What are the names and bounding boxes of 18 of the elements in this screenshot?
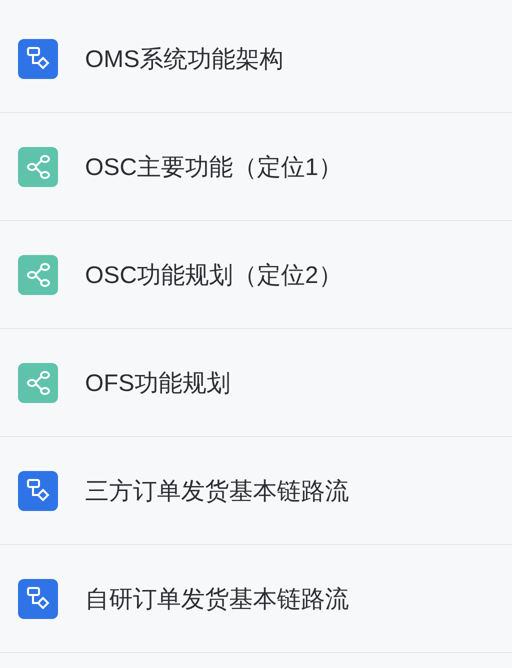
mindmap-icon <box>18 362 58 402</box>
document-row[interactable]: OFS功能规划 <box>0 329 512 437</box>
document-row[interactable]: OSC功能规划（定位2） <box>0 221 512 329</box>
flowchart-icon <box>18 578 58 618</box>
flowchart-icon <box>18 38 58 78</box>
mindmap-icon <box>18 146 58 186</box>
document-title: 三方订单发货基本链路流 <box>85 476 349 506</box>
document-title: OMS系统功能架构 <box>85 44 284 74</box>
document-title: OSC主要功能（定位1） <box>85 152 342 182</box>
document-row[interactable]: OMS系统功能架构 <box>0 5 512 113</box>
document-row[interactable]: 自研订单发货基本链路流 <box>0 545 512 653</box>
mindmap-icon <box>18 254 58 294</box>
document-row[interactable]: 三方订单发货基本链路流 <box>0 437 512 545</box>
document-title: OSC功能规划（定位2） <box>85 260 342 290</box>
document-title: OFS功能规划 <box>85 368 230 398</box>
document-row[interactable]: OSC主要功能（定位1） <box>0 113 512 221</box>
document-title: 自研订单发货基本链路流 <box>85 584 349 614</box>
flowchart-icon <box>18 470 58 510</box>
